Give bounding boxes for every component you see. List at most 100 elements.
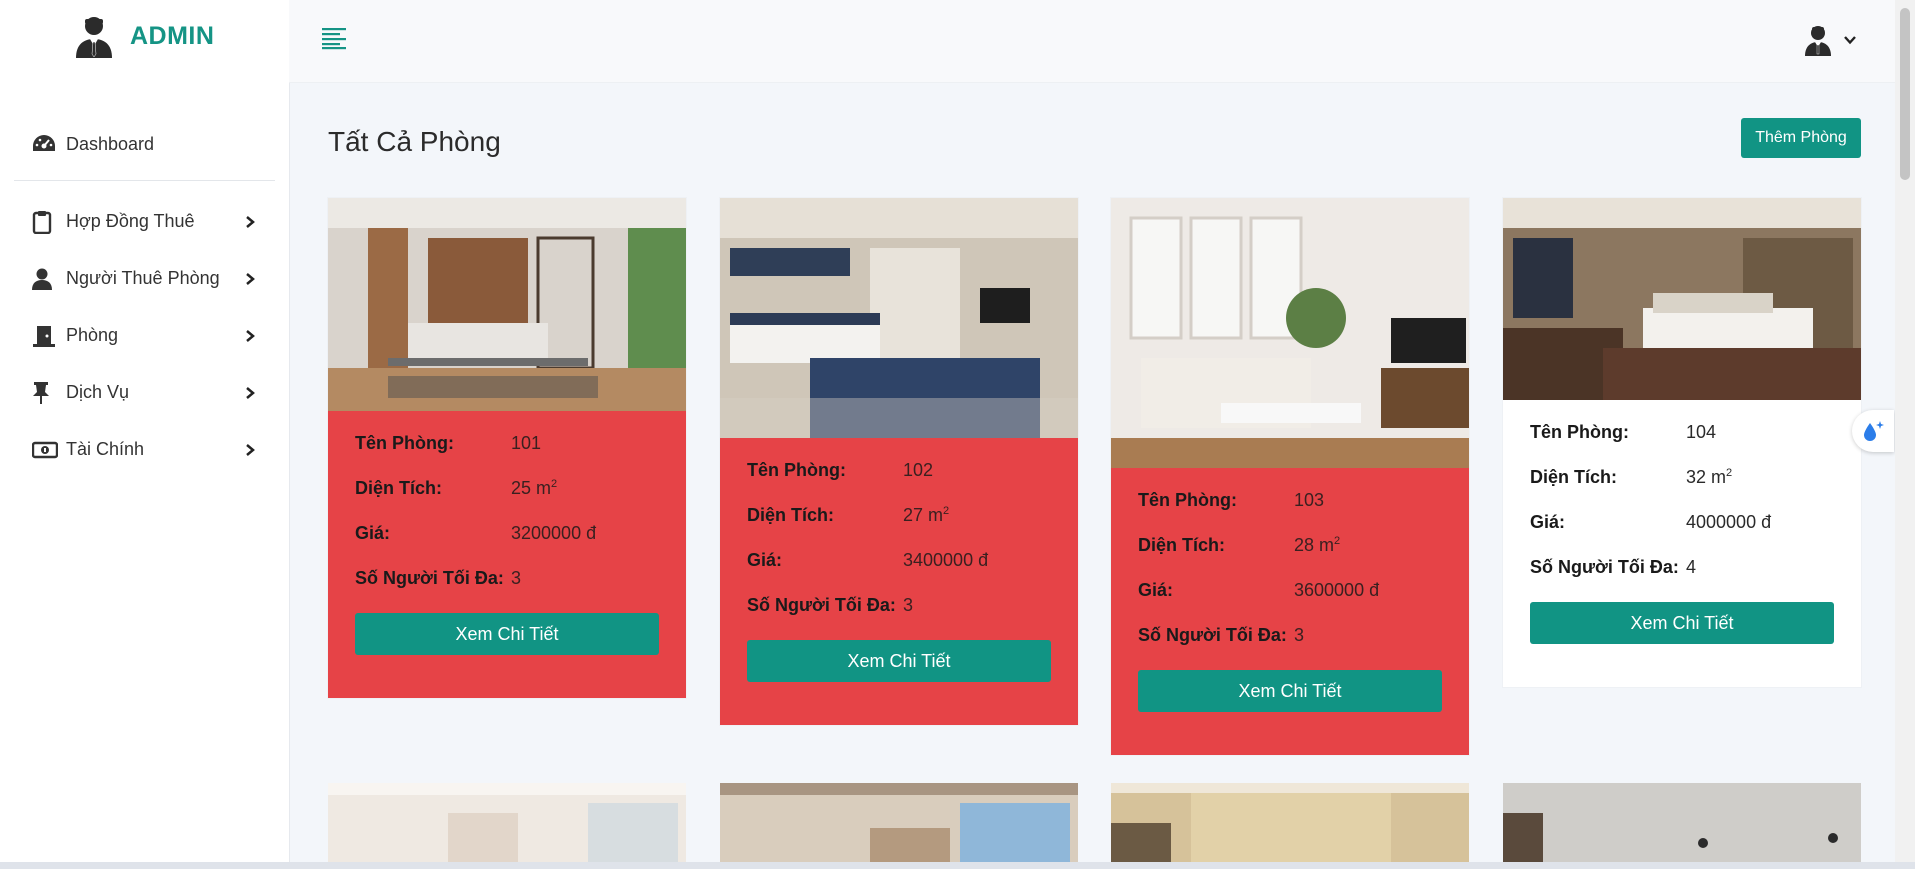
room-area-label: Diện Tích: — [355, 478, 443, 498]
sidebar-item-label: Dịch Vụ — [66, 382, 130, 402]
room-price-row: Giá: 3200000 đ — [355, 523, 659, 568]
sidebar-item-dashboard[interactable]: Dashboard — [0, 122, 289, 166]
view-detail-button[interactable]: Xem Chi Tiết — [355, 613, 659, 655]
sidebar-item-label: Hợp Đồng Thuê — [66, 211, 195, 231]
room-name-label: Tên Phòng: — [1530, 422, 1629, 442]
room-card-partial — [1503, 783, 1861, 863]
room-name-value: 104 — [1686, 422, 1717, 442]
room-card: Tên Phòng: 104 Diện Tích: 32 m2 Giá: 400000… — [1503, 198, 1861, 687]
sidebar-item-tenants[interactable]: Người Thuê Phòng — [0, 250, 289, 307]
room-photo — [1503, 198, 1861, 400]
sidebar-item-label: Phòng — [66, 325, 119, 345]
room-card: Tên Phòng: 101 Diện Tích: 25 m2 Giá: 320000… — [328, 198, 686, 698]
brand-title: ADMIN — [130, 21, 215, 50]
sidebar-item-label: Tài Chính — [66, 439, 145, 459]
clipboard-icon — [32, 210, 58, 234]
view-detail-button[interactable]: Xem Chi Tiết — [1530, 602, 1834, 644]
room-info: Tên Phòng: 103 Diện Tích: 28 m2 Giá: 360000… — [1111, 468, 1469, 712]
room-price-value: 3200000 đ — [511, 523, 597, 543]
room-info: Tên Phòng: 101 Diện Tích: 25 m2 Giá: 320000… — [328, 411, 686, 655]
room-name-label: Tên Phòng: — [355, 433, 454, 453]
add-room-button[interactable]: Thêm Phòng — [1741, 118, 1861, 158]
room-name-row: Tên Phòng: 102 — [747, 460, 1051, 505]
room-max-people-label: Số Người Tối Đa: — [1138, 625, 1287, 645]
money-icon — [32, 438, 58, 462]
room-info: Tên Phòng: 104 Diện Tích: 32 m2 Giá: 400000… — [1503, 400, 1861, 644]
room-name-row: Tên Phòng: 101 — [355, 433, 659, 478]
view-detail-button[interactable]: Xem Chi Tiết — [747, 640, 1051, 682]
room-photo — [1503, 783, 1861, 863]
chevron-right-icon — [246, 386, 255, 399]
room-name-row: Tên Phòng: 104 — [1530, 422, 1834, 467]
room-area-label: Diện Tích: — [747, 505, 835, 525]
room-info: Tên Phòng: 102 Diện Tích: 27 m2 Giá: 340000… — [720, 438, 1078, 682]
sidebar-divider — [14, 180, 275, 181]
room-price-label: Giá: — [1138, 580, 1174, 600]
room-photo — [328, 783, 686, 863]
floating-helper-button[interactable] — [1852, 410, 1894, 452]
room-card-partial — [720, 783, 1078, 863]
room-max-people-value: 4 — [1686, 557, 1697, 577]
room-price-row: Giá: 3400000 đ — [747, 550, 1051, 595]
chevron-right-icon — [246, 272, 255, 285]
room-name-value: 103 — [1294, 490, 1325, 510]
sidebar-item-rooms[interactable]: Phòng — [0, 307, 289, 364]
water-drop-sparkle-icon — [1864, 421, 1884, 441]
room-name-value: 101 — [511, 433, 542, 453]
brand[interactable]: ADMIN — [72, 14, 214, 58]
room-price-row: Giá: 3600000 đ — [1138, 580, 1442, 625]
room-price-value: 4000000 đ — [1686, 512, 1772, 532]
room-card-partial — [1111, 783, 1469, 863]
page-scrollbar[interactable] — [1895, 0, 1915, 862]
room-area-row: Diện Tích: 28 m2 — [1138, 535, 1442, 580]
user-menu[interactable] — [1803, 24, 1857, 56]
sidebar-nav: Dashboard Hợp Đồng Thuê Người Thuê Phòng… — [0, 122, 289, 478]
room-max-people-row: Số Người Tối Đa: 3 — [355, 568, 659, 613]
sidebar-item-contracts[interactable]: Hợp Đồng Thuê — [0, 193, 289, 250]
chevron-down-icon — [1844, 36, 1856, 45]
window-bottom-edge — [0, 862, 1915, 869]
room-photo — [1111, 198, 1469, 468]
room-price-value: 3400000 đ — [903, 550, 989, 570]
room-name-value: 102 — [903, 460, 934, 480]
room-name-label: Tên Phòng: — [1138, 490, 1237, 510]
sidebar-item-label: Dashboard — [66, 133, 155, 154]
room-area-row: Diện Tích: 32 m2 — [1530, 467, 1834, 512]
room-price-value: 3600000 đ — [1294, 580, 1380, 600]
door-icon — [32, 324, 58, 348]
sidebar-item-label: Người Thuê Phòng — [66, 268, 220, 288]
room-max-people-label: Số Người Tối Đa: — [747, 595, 896, 615]
room-area-value: 28 m2 — [1294, 535, 1341, 555]
room-card: Tên Phòng: 102 Diện Tích: 27 m2 Giá: 340000… — [720, 198, 1078, 725]
room-area-value: 32 m2 — [1686, 467, 1733, 487]
admin-user-icon — [76, 17, 112, 58]
room-max-people-value: 3 — [1294, 625, 1305, 645]
user-avatar-icon — [1805, 26, 1831, 56]
room-photo — [1111, 783, 1469, 863]
sidebar-item-finance[interactable]: Tài Chính — [0, 421, 289, 478]
chevron-right-icon — [246, 443, 255, 456]
room-max-people-label: Số Người Tối Đa: — [355, 568, 504, 588]
room-area-value: 25 m2 — [511, 478, 558, 498]
pin-icon — [32, 381, 58, 405]
sidebar-item-services[interactable]: Dịch Vụ — [0, 364, 289, 421]
view-detail-button[interactable]: Xem Chi Tiết — [1138, 670, 1442, 712]
scrollbar-thumb[interactable] — [1900, 8, 1910, 180]
room-photo — [328, 198, 686, 411]
room-max-people-value: 3 — [511, 568, 522, 588]
hamburger-menu-icon[interactable] — [321, 26, 347, 50]
room-card-partial — [328, 783, 686, 863]
room-max-people-row: Số Người Tối Đa: 3 — [1138, 625, 1442, 670]
person-icon — [32, 267, 58, 291]
room-area-row: Diện Tích: 25 m2 — [355, 478, 659, 523]
room-area-label: Diện Tích: — [1138, 535, 1226, 555]
room-name-row: Tên Phòng: 103 — [1138, 490, 1442, 535]
room-price-label: Giá: — [747, 550, 783, 570]
page-title: Tất Cả Phòng — [328, 126, 501, 157]
room-max-people-value: 3 — [903, 595, 914, 615]
room-max-people-row: Số Người Tối Đa: 4 — [1530, 557, 1834, 602]
speedometer-icon — [32, 132, 58, 156]
room-area-row: Diện Tích: 27 m2 — [747, 505, 1051, 550]
sidebar: ADMIN Dashboard Hợp Đồng Thuê Người Thuê… — [0, 0, 290, 862]
room-price-row: Giá: 4000000 đ — [1530, 512, 1834, 557]
